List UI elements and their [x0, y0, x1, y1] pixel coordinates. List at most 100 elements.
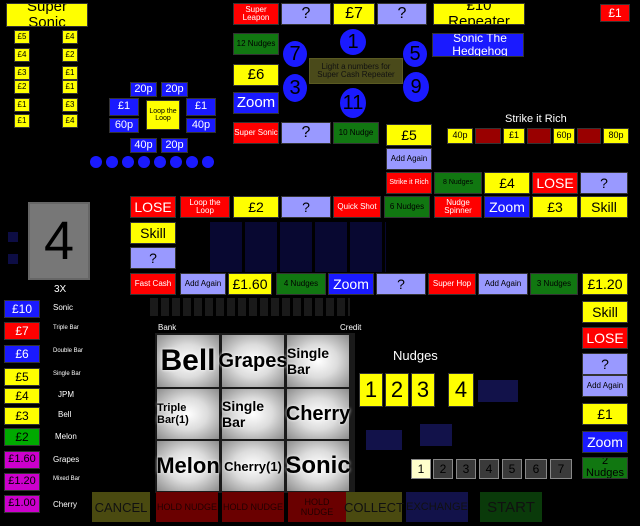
number-circle: 11: [340, 88, 366, 118]
reel-symbol: Single Bar: [287, 335, 349, 387]
paytable-label: Cherry: [53, 500, 78, 509]
hold-nudge-button[interactable]: HOLD NUDGE: [288, 492, 346, 522]
counter-lamp: [8, 254, 18, 264]
trail-nudge-spinner: Nudge Spinner: [434, 196, 482, 218]
hold-nudge-button[interactable]: HOLD NUDGE: [222, 492, 284, 522]
paytable-value: £10: [4, 300, 40, 318]
strike-rich-cell: £1: [503, 128, 525, 144]
trail-add-again: Add Again: [180, 273, 226, 295]
trail-question: ?: [130, 247, 176, 269]
nudge-number: 4: [448, 373, 474, 407]
number-circle: 9: [403, 72, 429, 102]
cancel-button[interactable]: CANCEL: [92, 492, 150, 522]
nudge-step: 7: [550, 459, 572, 479]
loop-lamp: [154, 156, 166, 168]
trail-question: ?: [377, 3, 427, 25]
loop-lamp: [202, 156, 214, 168]
trail-six-nudges: 6 Nudges: [384, 196, 430, 218]
collect-button[interactable]: COLLECT: [344, 492, 404, 522]
strike-rich-cell: [527, 128, 551, 144]
loop-lamp: [186, 156, 198, 168]
loop-cell: 20p: [161, 82, 188, 97]
paytable-label: Melon: [55, 432, 77, 441]
loop-lamp: [90, 156, 102, 168]
trail-question: ?: [281, 3, 331, 25]
loop-cell: 20p: [161, 138, 188, 153]
trail-question: ?: [582, 353, 628, 375]
trail-question: ?: [376, 273, 426, 295]
trail-one-twenty: £1.20: [582, 273, 628, 295]
trail-strike-rich: Strike it Rich: [386, 172, 432, 194]
trail-super-sonic: Super Sonic: [233, 122, 279, 144]
trail-twelve-nudges: 12 Nudges: [233, 33, 279, 55]
nudges-title: Nudges: [393, 348, 438, 363]
loop-lamp: [138, 156, 150, 168]
trail-ten-nudges: 10 Nudge: [333, 122, 379, 144]
strike-rich-cell: 80p: [603, 128, 629, 144]
trail-zoom: Zoom: [484, 196, 530, 218]
light-numbers-panel: Light a numbers for Super Cash Repeater: [309, 58, 403, 84]
trail-zoom: Zoom: [582, 431, 628, 453]
paytable-label: Single Bar: [53, 371, 81, 377]
trail-skill: Skill: [130, 222, 176, 244]
start-button[interactable]: START: [480, 492, 542, 522]
loop-lamp: [170, 156, 182, 168]
loop-lamp: [106, 156, 118, 168]
stake-indicator[interactable]: £1: [600, 4, 630, 22]
number-circle: 5: [403, 41, 427, 67]
ladder-right-cell: £1: [62, 66, 78, 80]
paytable-value: £3: [4, 407, 40, 425]
trail-super-hop: Super Hop: [428, 273, 476, 295]
loop-lamp: [122, 156, 134, 168]
credit-label: Credit: [340, 323, 362, 332]
trail-add-again: Add Again: [478, 273, 528, 295]
ladder-right-cell: £2: [62, 48, 78, 62]
number-circle: 3: [283, 74, 307, 102]
trail-skill: Skill: [580, 196, 628, 218]
trail-lose: LOSE: [582, 327, 628, 349]
ladder-left-cell: £1: [14, 98, 30, 112]
reel-symbol: Cherry: [286, 389, 350, 439]
nudge-dim-cell: [366, 430, 402, 450]
trail-question: ?: [281, 196, 331, 218]
hidden-trail-grid: [210, 222, 386, 272]
trail-lose: LOSE: [532, 172, 578, 194]
strike-rich-cell: [475, 128, 501, 144]
nudge-step: 1: [411, 459, 431, 479]
trail-question: ?: [580, 172, 628, 194]
reel-symbol: Grapes: [219, 335, 287, 387]
paytable-label: Sonic: [53, 303, 74, 312]
bank-credit-display: [150, 298, 350, 316]
trail-add-again: Add Again: [386, 148, 432, 170]
trail-sonic-hedgehog: Sonic The Hedgehog: [432, 33, 524, 57]
paytable-value: £5: [4, 368, 40, 386]
exchange-button[interactable]: EXCHANGE: [406, 492, 468, 522]
nudge-step: 3: [456, 459, 476, 479]
strike-rich-cell: 60p: [553, 128, 575, 144]
nudge-step: 5: [502, 459, 522, 479]
number-circle: 1: [340, 29, 366, 55]
ladder-right-cell: £1: [62, 80, 78, 94]
trail-three-pounds: £3: [532, 196, 578, 218]
paytable-label: Grapes: [53, 455, 80, 464]
bank-label: Bank: [158, 323, 177, 332]
paytable-value: £6: [4, 345, 40, 363]
trail-eight-nudges: 8 Nudges: [434, 172, 482, 194]
strike-rich-cell: 40p: [447, 128, 473, 144]
nudge-number: 2: [385, 373, 409, 407]
nudge-step: 4: [479, 459, 499, 479]
paytable-label: Mixed Bar: [53, 476, 81, 482]
nudge-number: 3: [411, 373, 435, 407]
loop-cell: £1: [186, 98, 216, 116]
trail-four-pounds: £4: [484, 172, 530, 194]
strike-rich-title: Strike it Rich: [505, 113, 567, 125]
paytable-label: Bell: [58, 410, 72, 419]
paytable-label: Double Bar: [53, 348, 84, 354]
trail-fast-cash: Fast Cash: [130, 273, 176, 295]
paytable-value: £2: [4, 428, 40, 446]
trail-six-pounds: £6: [233, 64, 279, 86]
hold-nudge-button[interactable]: HOLD NUDGE: [156, 492, 218, 522]
nudge-dim-cell: [478, 380, 518, 402]
ladder-left-cell: £2: [14, 80, 30, 94]
trail-two-pounds: £2: [233, 196, 279, 218]
